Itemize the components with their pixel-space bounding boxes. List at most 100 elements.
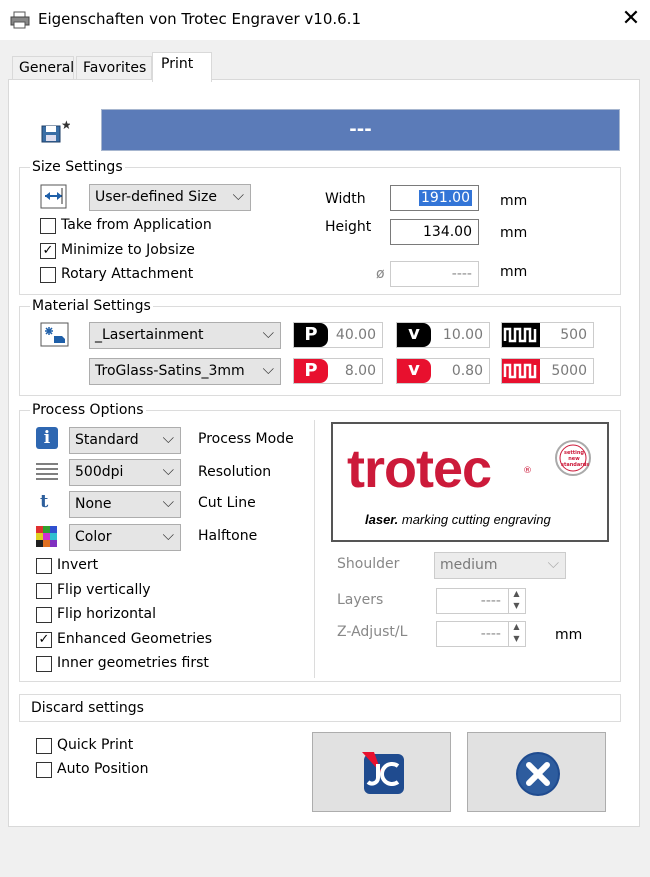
rotary-attachment-label: Rotary Attachment <box>61 266 194 282</box>
quick-print-label: Quick Print <box>57 737 134 753</box>
take-from-application-label: Take from Application <box>61 217 212 233</box>
rotary-attachment-checkbox[interactable] <box>40 267 56 283</box>
engrave-speed-value: 10.00 <box>442 327 483 343</box>
enhanced-geometries-label: Enhanced Geometries <box>57 631 213 647</box>
tab-general[interactable]: General <box>12 56 74 80</box>
discard-settings-button[interactable]: Discard settings <box>19 694 621 722</box>
cut-hz-field[interactable]: 5000 <box>501 358 594 384</box>
cut-speed-value: 0.80 <box>451 363 483 379</box>
chevron-down-icon: ⌵ <box>232 186 244 204</box>
size-preset-select[interactable]: User-defined Size ⌵ <box>89 184 251 211</box>
save-favorite-icon[interactable]: ★ <box>40 118 70 144</box>
engrave-power-field[interactable]: P 40.00 <box>293 322 383 348</box>
engrave-power-value: 40.00 <box>335 327 376 343</box>
material-settings-icon[interactable] <box>40 322 70 348</box>
job-name-bar: --- <box>101 109 620 151</box>
height-unit: mm <box>500 225 528 241</box>
minimize-to-jobsize-checkbox[interactable]: ✓ <box>40 243 56 259</box>
spin-down-icon[interactable]: ▼ <box>509 633 524 645</box>
size-preset-value: User-defined Size <box>95 189 217 205</box>
process-options-divider <box>314 420 315 678</box>
tab-print[interactable]: Print <box>152 52 212 82</box>
cancel-button[interactable] <box>467 732 606 812</box>
tagline-bold: laser. <box>365 512 399 527</box>
flip-vertically-checkbox[interactable] <box>36 583 52 599</box>
flip-horizontal-checkbox[interactable] <box>36 607 52 623</box>
layers-value: ---- <box>480 593 501 609</box>
inner-geometries-first-checkbox[interactable] <box>36 656 52 672</box>
resolution-label: Resolution <box>198 464 272 480</box>
minimize-to-jobsize-label: Minimize to Jobsize <box>61 242 195 258</box>
halftone-select[interactable]: Color ⌵ <box>69 524 181 551</box>
close-circle-icon <box>516 752 560 796</box>
material-select[interactable]: TroGlass-Satins_3mm ⌵ <box>89 358 281 385</box>
chevron-down-icon: ⌵ <box>162 429 174 447</box>
width-value: 191.00 <box>419 190 472 206</box>
cut-line-value: None <box>75 496 112 512</box>
cut-line-label: Cut Line <box>198 495 256 511</box>
velocity-icon: v <box>397 359 431 383</box>
spin-up-icon[interactable]: ▲ <box>509 588 524 600</box>
layers-label: Layers <box>337 592 384 608</box>
process-mode-icon: i <box>36 427 58 449</box>
engrave-ppi-field[interactable]: 500 <box>501 322 594 348</box>
shoulder-select[interactable]: medium ⌵ <box>434 552 566 579</box>
spin-up-icon[interactable]: ▲ <box>509 621 524 633</box>
power-icon: P <box>294 323 328 347</box>
halftone-icon <box>36 526 57 547</box>
size-settings-title: Size Settings <box>30 159 125 175</box>
layers-spinner[interactable]: ▲ ▼ <box>508 588 524 614</box>
process-mode-value: Standard <box>75 432 139 448</box>
power-icon: P <box>294 359 328 383</box>
tab-label: Print <box>161 56 194 72</box>
chevron-down-icon: ⌵ <box>262 324 274 342</box>
ppi-icon <box>502 323 540 347</box>
invert-checkbox[interactable] <box>36 558 52 574</box>
take-from-application-checkbox[interactable] <box>40 218 56 234</box>
resolution-select[interactable]: 500dpi ⌵ <box>69 459 181 486</box>
jobcontrol-icon <box>362 752 404 794</box>
diameter-icon: ø <box>376 266 385 282</box>
check-icon: ✓ <box>42 243 54 258</box>
process-options-title: Process Options <box>30 402 146 418</box>
height-input[interactable]: 134.00 <box>390 219 479 245</box>
window-title: Eigenschaften von Trotec Engraver v10.6.… <box>38 10 361 28</box>
resize-icon <box>40 184 67 209</box>
enhanced-geometries-checkbox[interactable]: ✓ <box>36 632 52 648</box>
frequency-icon <box>502 359 540 383</box>
trotec-logo: trotec ® setting new standards laser. ma… <box>331 422 609 542</box>
inner-geometries-first-label: Inner geometries first <box>57 655 209 671</box>
cut-power-field[interactable]: P 8.00 <box>293 358 383 384</box>
halftone-label: Halftone <box>198 528 258 544</box>
tagline-text: marking cutting engraving <box>398 512 551 527</box>
material-settings-title: Material Settings <box>30 298 153 314</box>
width-input[interactable]: 191.00 <box>390 185 479 211</box>
discard-settings-label: Discard settings <box>31 700 144 716</box>
process-mode-select[interactable]: Standard ⌵ <box>69 427 181 454</box>
auto-position-checkbox[interactable] <box>36 762 52 778</box>
close-button[interactable]: ✕ <box>618 6 644 32</box>
chevron-down-icon: ⌵ <box>547 554 559 572</box>
quick-print-checkbox[interactable] <box>36 738 52 754</box>
print-ok-button[interactable] <box>312 732 451 812</box>
spin-down-icon[interactable]: ▼ <box>509 600 524 612</box>
material-group-value: _Lasertainment <box>95 327 204 343</box>
width-unit: mm <box>500 193 528 209</box>
diameter-input[interactable]: ---- <box>390 261 479 287</box>
velocity-icon: v <box>397 323 431 347</box>
flip-horizontal-label: Flip horizontal <box>57 606 156 622</box>
chevron-down-icon: ⌵ <box>262 360 274 378</box>
tab-favorites[interactable]: Favorites <box>76 56 152 80</box>
shoulder-value: medium <box>440 557 498 573</box>
trotec-logo-tagline: laser. marking cutting engraving <box>365 512 551 527</box>
trotec-logo-brand: trotec <box>347 439 492 499</box>
material-group-select[interactable]: _Lasertainment ⌵ <box>89 322 281 349</box>
cut-line-select[interactable]: None ⌵ <box>69 491 181 518</box>
cut-speed-field[interactable]: v 0.80 <box>396 358 490 384</box>
z-adjust-spinner[interactable]: ▲ ▼ <box>508 621 524 647</box>
resolution-icon <box>36 463 58 480</box>
chevron-down-icon: ⌵ <box>162 461 174 479</box>
engrave-ppi-value: 500 <box>560 327 587 343</box>
flip-vertically-label: Flip vertically <box>57 582 151 598</box>
engrave-speed-field[interactable]: v 10.00 <box>396 322 490 348</box>
